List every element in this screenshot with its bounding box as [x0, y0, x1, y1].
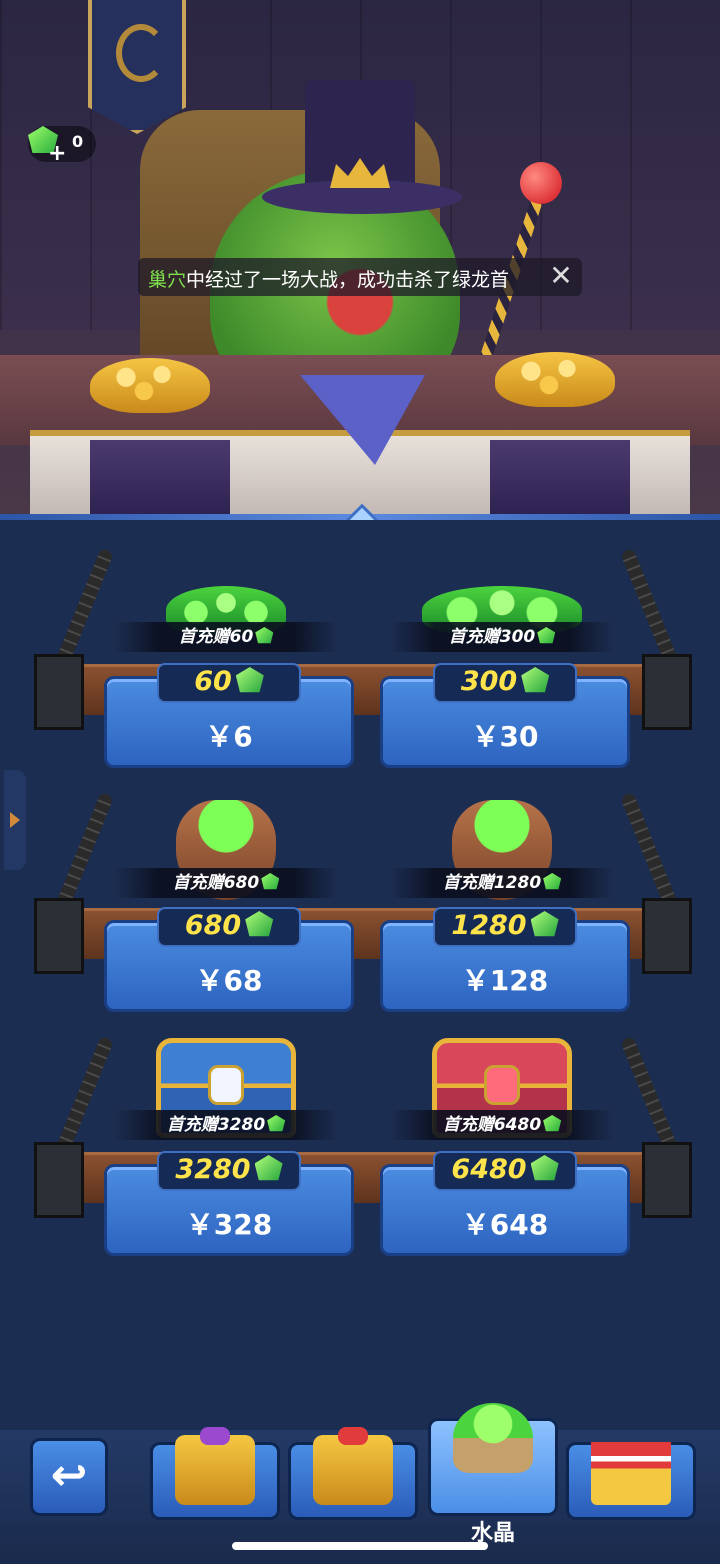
- bracket-right: [642, 654, 692, 730]
- purchase-card[interactable]: 1280 ￥128: [380, 907, 630, 1012]
- gem-icon: [261, 873, 280, 890]
- bracket-left: [34, 898, 84, 974]
- amount-pill: 1280: [433, 907, 577, 947]
- crystal-shop: 首充赠60 60 ￥6 首充赠300 300 ￥30 首充赠680 680 ￥6…: [0, 526, 720, 1406]
- amount-pill: 6480: [433, 1151, 577, 1191]
- shop-item-6480[interactable]: 首充赠6480 6480 ￥648: [380, 1034, 630, 1264]
- purchase-card[interactable]: 680 ￥68: [104, 907, 354, 1012]
- gem-icon: [530, 1155, 559, 1181]
- keyhole-lock-icon: [208, 1065, 244, 1105]
- purchase-card[interactable]: 60 ￥6: [104, 663, 354, 768]
- gem-icon: [537, 627, 556, 644]
- notice-highlight: 巢穴: [148, 269, 187, 291]
- gem-icon: [255, 627, 274, 644]
- skull-lock-icon: [484, 1065, 520, 1105]
- first-charge-bonus: 首充赠6480: [390, 1110, 614, 1140]
- gem-icon: [530, 911, 559, 937]
- guild-banner: [88, 0, 186, 134]
- back-button[interactable]: ↩: [30, 1438, 108, 1516]
- first-charge-bonus: 首充赠300: [390, 622, 614, 652]
- purchase-card[interactable]: 3280 ￥328: [104, 1151, 354, 1256]
- notice-banner: 巢穴中经过了一场大战，成功击杀了绿龙首 ✕: [138, 258, 582, 296]
- bracket-left: [34, 1142, 84, 1218]
- price-button[interactable]: ￥68: [107, 959, 351, 999]
- tab-crystal[interactable]: 水晶: [428, 1403, 558, 1546]
- plus-icon: +: [48, 141, 67, 166]
- shop-item-300[interactable]: 首充赠300 300 ￥30: [380, 546, 630, 776]
- bracket-right: [642, 1142, 692, 1218]
- bracket-right: [642, 898, 692, 974]
- tab-market[interactable]: [566, 1435, 696, 1520]
- price-button[interactable]: ￥328: [107, 1203, 351, 1243]
- gem-icon: [245, 911, 274, 937]
- gem-icon: [235, 667, 264, 693]
- chain-right: [620, 791, 678, 909]
- gem-icon: [267, 1115, 286, 1132]
- market-stall-icon: [591, 1435, 671, 1505]
- shop-item-1280[interactable]: 首充赠1280 1280 ￥128: [380, 790, 630, 1020]
- amount-pill: 680: [157, 907, 301, 947]
- shop-row-1: 首充赠60 60 ￥6 首充赠300 300 ￥30: [0, 546, 720, 776]
- notice-text: 巢穴中经过了一场大战，成功击杀了绿龙首: [148, 265, 509, 292]
- gem-icon: [254, 1155, 283, 1181]
- shop-item-3280[interactable]: 首充赠3280 3280 ￥328: [104, 1034, 354, 1264]
- home-indicator[interactable]: [232, 1542, 488, 1550]
- shop-row-3: 首充赠3280 3280 ￥328 首充赠6480 6480 ￥648: [0, 1034, 720, 1264]
- curtain-right: [490, 440, 630, 520]
- gem-count: 0: [72, 132, 84, 151]
- price-button[interactable]: ￥6: [107, 715, 351, 755]
- chain-right: [620, 547, 678, 665]
- price-button[interactable]: ￥30: [383, 715, 627, 755]
- first-charge-bonus: 首充赠60: [114, 622, 338, 652]
- gem-icon: [521, 667, 550, 693]
- shop-row-2: 首充赠680 680 ￥68 首充赠1280 1280 ￥128: [0, 790, 720, 1020]
- gem-icon: [543, 1115, 562, 1132]
- price-button[interactable]: ￥648: [383, 1203, 627, 1243]
- first-charge-bonus: 首充赠3280: [114, 1110, 338, 1140]
- curtain-left: [90, 440, 230, 520]
- price-button[interactable]: ￥128: [383, 959, 627, 999]
- purchase-card[interactable]: 6480 ￥648: [380, 1151, 630, 1256]
- purple-gift-box-icon: [175, 1427, 255, 1505]
- gem-balance[interactable]: + 0: [28, 126, 96, 166]
- close-icon[interactable]: ✕: [546, 261, 576, 291]
- shop-item-680[interactable]: 首充赠680 680 ￥68: [104, 790, 354, 1020]
- bracket-left: [34, 654, 84, 730]
- gold-coin-pile-left: [90, 358, 210, 413]
- notice-message: 中经过了一场大战，成功击杀了绿龙首: [186, 269, 510, 291]
- crystal-cart-icon: [453, 1403, 533, 1473]
- first-charge-bonus: 首充赠680: [114, 868, 338, 898]
- first-charge-bonus: 首充赠1280: [390, 868, 614, 898]
- tab-gift-purple[interactable]: [150, 1427, 280, 1520]
- amount-pill: 300: [433, 663, 577, 703]
- tab-gift-red[interactable]: [288, 1427, 418, 1520]
- shop-item-60[interactable]: 首充赠60 60 ￥6: [104, 546, 354, 776]
- chain-right: [620, 1035, 678, 1153]
- amount-pill: 60: [157, 663, 301, 703]
- red-gift-box-icon: [313, 1427, 393, 1505]
- amount-pill: 3280: [157, 1151, 301, 1191]
- purchase-card[interactable]: 300 ￥30: [380, 663, 630, 768]
- gold-coin-pile-right: [495, 352, 615, 407]
- gem-icon: [543, 873, 562, 890]
- shopkeeper-scene: + 0 巢穴中经过了一场大战，成功击杀了绿龙首 ✕: [0, 0, 720, 520]
- scepter-orb: [520, 162, 562, 204]
